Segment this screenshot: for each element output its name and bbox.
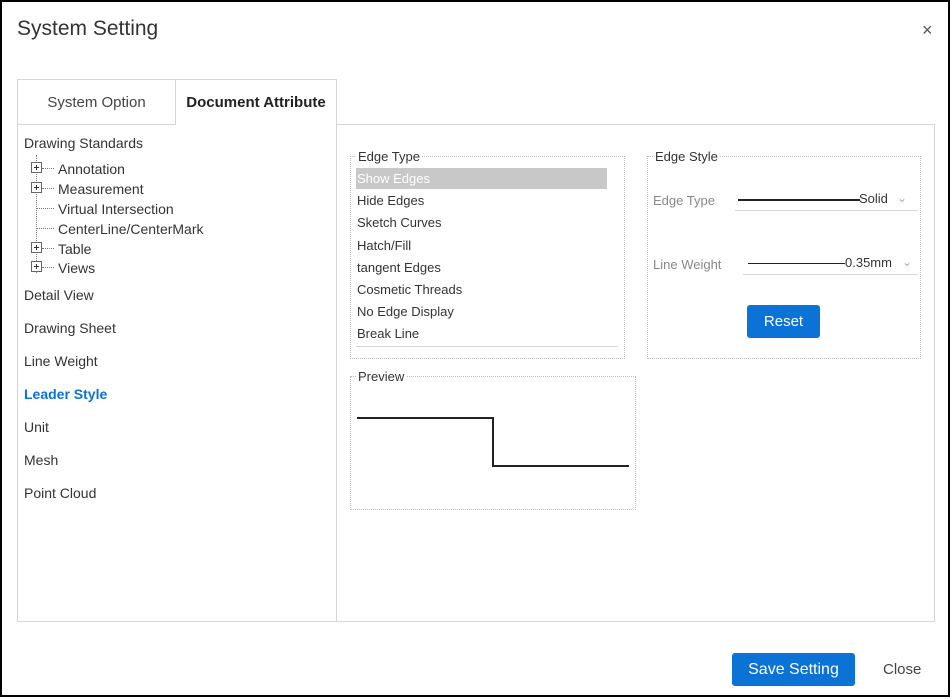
tree-item-annotation[interactable]: Annotation	[58, 161, 125, 177]
edge-option-sketch-curves[interactable]: Sketch Curves	[356, 212, 607, 233]
preview-canvas	[357, 417, 629, 467]
edge-option-no-edge-display[interactable]: No Edge Display	[356, 301, 607, 322]
nav-line-weight[interactable]: Line Weight	[24, 353, 98, 369]
tree-connector	[37, 228, 54, 229]
edge-style-legend: Edge Style	[653, 149, 720, 164]
reset-button[interactable]: Reset	[747, 305, 820, 338]
edge-type-select[interactable]: Solid ⌄	[735, 189, 918, 211]
line-weight-label: Line Weight	[653, 257, 722, 272]
tree-item-measurement[interactable]: Measurement	[58, 181, 144, 197]
tree-item-centerline[interactable]: CenterLine/CenterMark	[58, 221, 204, 237]
edge-option-hide-edges[interactable]: Hide Edges	[356, 190, 607, 211]
nav-unit[interactable]: Unit	[24, 419, 49, 435]
list-divider	[356, 346, 618, 347]
chevron-down-icon: ⌄	[902, 255, 913, 269]
weight-line-swatch	[748, 263, 845, 264]
close-button[interactable]: Close	[883, 661, 921, 678]
tree-item-views[interactable]: Views	[58, 260, 95, 276]
edge-type-legend: Edge Type	[356, 149, 422, 164]
dialog-title: System Setting	[17, 17, 159, 40]
expand-measurement-icon[interactable]	[31, 182, 42, 193]
save-setting-button[interactable]: Save Setting	[732, 653, 855, 686]
solid-line-swatch	[738, 199, 860, 201]
edge-type-value: Solid	[859, 191, 888, 206]
edge-option-show-edges[interactable]: Show Edges	[356, 168, 607, 189]
nav-drawing-standards[interactable]: Drawing Standards	[24, 135, 143, 151]
expand-views-icon[interactable]	[31, 261, 42, 272]
line-weight-value: 0.35mm	[845, 255, 892, 270]
edge-type-label: Edge Type	[653, 193, 715, 208]
edge-option-cosmetic-threads[interactable]: Cosmetic Threads	[356, 279, 607, 300]
expand-table-icon[interactable]	[31, 242, 42, 253]
preview-line	[357, 417, 629, 467]
nav-point-cloud[interactable]: Point Cloud	[24, 485, 96, 501]
edge-option-break-line[interactable]: Break Line	[356, 323, 607, 344]
nav-mesh[interactable]: Mesh	[24, 452, 58, 468]
edge-option-tangent-edges[interactable]: tangent Edges	[356, 257, 607, 278]
left-nav-panel	[17, 124, 337, 622]
line-weight-select[interactable]: 0.35mm ⌄	[743, 253, 918, 275]
tree-connector	[42, 267, 54, 268]
nav-detail-view[interactable]: Detail View	[24, 287, 94, 303]
tab-document-attribute[interactable]: Document Attribute	[175, 79, 337, 125]
tree-connector	[37, 208, 54, 209]
expand-annotation-icon[interactable]	[31, 162, 42, 173]
tab-system-option[interactable]: System Option	[17, 79, 176, 125]
edge-option-hatch-fill[interactable]: Hatch/Fill	[356, 235, 607, 256]
tree-item-virtual-intersection[interactable]: Virtual Intersection	[58, 201, 174, 217]
tree-item-table[interactable]: Table	[58, 241, 91, 257]
tree-connector	[42, 248, 54, 249]
nav-drawing-sheet[interactable]: Drawing Sheet	[24, 320, 116, 336]
tree-connector	[42, 188, 54, 189]
chevron-down-icon: ⌄	[897, 191, 908, 205]
close-icon[interactable]: ×	[922, 20, 933, 41]
nav-leader-style[interactable]: Leader Style	[24, 386, 107, 402]
tree-connector	[42, 168, 54, 169]
